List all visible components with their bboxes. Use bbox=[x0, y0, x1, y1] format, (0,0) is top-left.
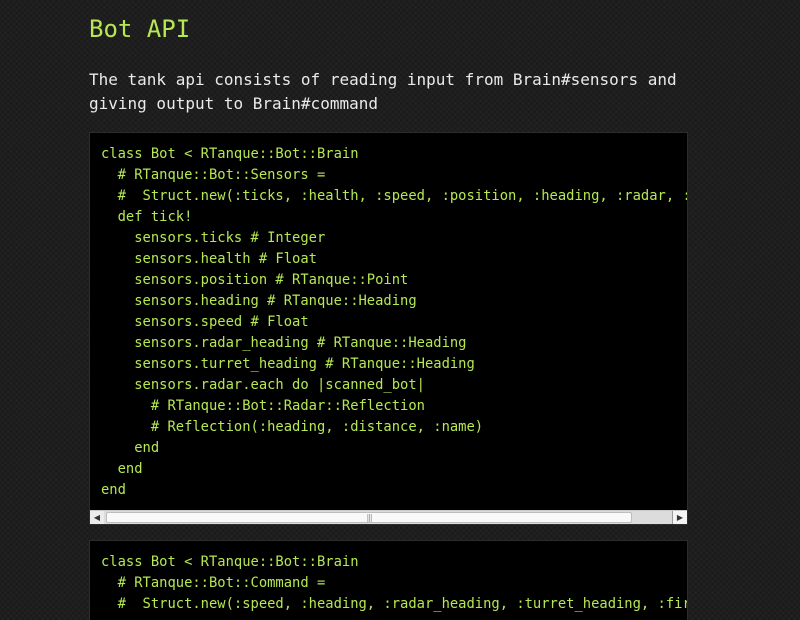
scrollbar-thumb[interactable]: ||| bbox=[106, 512, 632, 523]
code-line: # Struct.new(:speed, :heading, :radar_he… bbox=[117, 596, 687, 612]
code-line: sensors.ticks # Integer bbox=[101, 230, 326, 246]
code-line: # RTanque::Bot::Sensors = bbox=[101, 167, 326, 183]
scrollbar-track[interactable]: ||| bbox=[104, 511, 673, 524]
code-line: end bbox=[101, 461, 143, 477]
code-line: sensors.turret_heading # RTanque::Headin… bbox=[101, 356, 475, 372]
code-line: sensors.radar_heading # RTanque::Heading bbox=[101, 335, 467, 351]
code-line: class Bot < RTanque::Bot::Brain bbox=[101, 554, 359, 570]
code-line: class Bot < RTanque::Bot::Brain bbox=[101, 146, 359, 162]
code-line: end bbox=[101, 440, 160, 456]
code-content: class Bot < RTanque::Bot::Brain # RTanqu… bbox=[90, 133, 687, 501]
code-line: sensors.position # RTanque::Point bbox=[101, 272, 409, 288]
code-line: sensors.radar.each do |scanned_bot| bbox=[101, 377, 425, 393]
grip-icon: ||| bbox=[366, 513, 372, 522]
horizontal-scrollbar[interactable]: ◀ ||| ▶ bbox=[90, 510, 687, 524]
scroll-left-arrow-icon[interactable]: ◀ bbox=[90, 511, 105, 524]
code-line: sensors.speed # Float bbox=[101, 314, 309, 330]
code-line: # Reflection(:heading, :distance, :name) bbox=[101, 419, 484, 435]
code-line: # RTanque::Bot::Radar::Reflection bbox=[101, 398, 425, 414]
code-line: # Struct.new(:ticks, :health, :speed, :p… bbox=[117, 188, 687, 204]
code-block-command[interactable]: class Bot < RTanque::Bot::Brain # RTanqu… bbox=[89, 540, 688, 620]
intro-paragraph: The tank api consists of reading input f… bbox=[89, 70, 677, 113]
code-line: end bbox=[101, 482, 126, 498]
scroll-right-arrow-icon[interactable]: ▶ bbox=[672, 511, 687, 524]
code-line: def tick! bbox=[101, 209, 193, 225]
code-line: # RTanque::Bot::Command = bbox=[101, 575, 326, 591]
page-title: Bot API bbox=[89, 15, 191, 43]
code-viewport: class Bot < RTanque::Bot::Brain # RTanqu… bbox=[90, 133, 687, 510]
code-block-sensors[interactable]: class Bot < RTanque::Bot::Brain # RTanqu… bbox=[89, 132, 688, 525]
code-line: sensors.heading # RTanque::Heading bbox=[101, 293, 417, 309]
code-viewport: class Bot < RTanque::Bot::Brain # RTanqu… bbox=[90, 541, 687, 620]
code-line: sensors.health # Float bbox=[101, 251, 317, 267]
code-content: class Bot < RTanque::Bot::Brain # RTanqu… bbox=[90, 541, 687, 615]
